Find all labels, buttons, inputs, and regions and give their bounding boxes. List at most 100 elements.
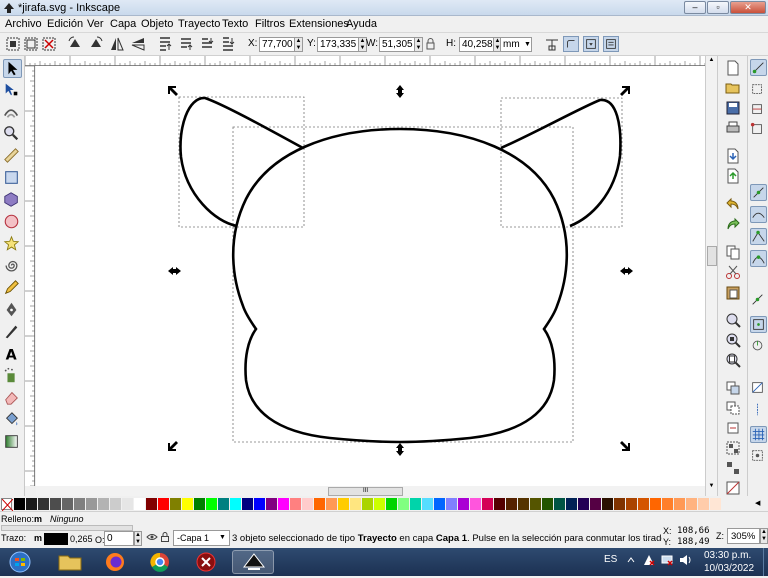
- save-icon[interactable]: [725, 100, 741, 116]
- snap-bbox-icon[interactable]: [750, 82, 767, 99]
- color-swatch[interactable]: [266, 498, 277, 510]
- color-swatch[interactable]: [314, 498, 325, 510]
- x-spinner[interactable]: ▲ ▼: [295, 37, 303, 52]
- stroke-width[interactable]: 0,265: [70, 534, 93, 544]
- w-input[interactable]: 51,305: [379, 37, 415, 52]
- fill-stroke-icon[interactable]: [725, 480, 741, 496]
- selector-tool[interactable]: [3, 59, 22, 78]
- tray-expand-icon[interactable]: [626, 555, 636, 565]
- color-swatch[interactable]: [398, 498, 409, 510]
- color-swatch[interactable]: [278, 498, 289, 510]
- color-swatch[interactable]: [194, 498, 205, 510]
- inkscape-taskbar-button[interactable]: [232, 550, 274, 574]
- ellipse-tool[interactable]: [3, 213, 22, 232]
- zoom-drawing-icon[interactable]: [725, 332, 741, 348]
- pencil-tool[interactable]: [3, 279, 22, 298]
- color-swatch[interactable]: [122, 498, 133, 510]
- color-swatch[interactable]: [38, 498, 49, 510]
- tweak-tool[interactable]: [3, 103, 22, 122]
- bucket-tool[interactable]: [3, 411, 22, 430]
- zoom-tool[interactable]: [3, 125, 22, 144]
- snap-cusp-icon[interactable]: [750, 228, 767, 245]
- close-button[interactable]: ✕: [730, 1, 766, 14]
- snap-smooth-icon[interactable]: [750, 250, 767, 267]
- snap-extra-icon[interactable]: [750, 448, 767, 465]
- copy-icon[interactable]: [725, 244, 741, 260]
- open-icon[interactable]: [725, 80, 741, 96]
- transform-patterns-icon[interactable]: [603, 36, 619, 52]
- color-swatch[interactable]: [206, 498, 217, 510]
- color-swatch[interactable]: [494, 498, 505, 510]
- rotate-cw-icon[interactable]: [88, 36, 104, 52]
- color-swatch[interactable]: [242, 498, 253, 510]
- horizontal-scroll-thumb[interactable]: III: [328, 487, 403, 496]
- snap-center-icon[interactable]: [750, 316, 767, 333]
- transform-gradients-icon[interactable]: [583, 36, 599, 52]
- color-swatch[interactable]: [146, 498, 157, 510]
- snap-guide-icon[interactable]: [750, 402, 767, 419]
- color-swatch[interactable]: [170, 498, 181, 510]
- lower-to-bottom-icon[interactable]: [220, 36, 236, 52]
- chrome-button[interactable]: [140, 550, 180, 574]
- color-swatch[interactable]: [158, 498, 169, 510]
- snap-path-icon[interactable]: [750, 206, 767, 223]
- raise-to-top-icon[interactable]: [157, 36, 173, 52]
- maximize-button[interactable]: ▫: [707, 1, 729, 14]
- flip-vertical-icon[interactable]: [130, 36, 146, 52]
- file-explorer-button[interactable]: [50, 550, 90, 574]
- scale-handle-top[interactable]: [396, 85, 404, 98]
- language-indicator[interactable]: ES: [604, 554, 617, 565]
- lock-icon[interactable]: [425, 36, 436, 52]
- scroll-down-icon[interactable]: ▼: [707, 483, 716, 492]
- scale-handle-bottom-right[interactable]: [620, 441, 630, 451]
- clock-time[interactable]: 03:30 p.m.: [704, 550, 751, 561]
- y-input[interactable]: 173,335: [317, 37, 359, 52]
- color-swatch[interactable]: [290, 498, 301, 510]
- layer-visibility-icon[interactable]: [146, 531, 158, 543]
- firefox-button[interactable]: [95, 550, 135, 574]
- export-icon[interactable]: [725, 168, 741, 184]
- select-all-icon[interactable]: [5, 36, 21, 52]
- color-swatch[interactable]: [602, 498, 613, 510]
- h-input[interactable]: 40,258: [459, 37, 494, 52]
- horizontal-scrollbar[interactable]: III: [36, 486, 705, 496]
- vertical-scrollbar[interactable]: ▲ ▼: [705, 56, 717, 496]
- color-swatch[interactable]: [566, 498, 577, 510]
- cut-icon[interactable]: [725, 264, 741, 280]
- color-swatch[interactable]: [578, 498, 589, 510]
- paste-icon[interactable]: [725, 284, 741, 300]
- star-tool[interactable]: [3, 235, 22, 254]
- snap-toggle-icon[interactable]: [750, 59, 767, 76]
- color-swatch[interactable]: [542, 498, 553, 510]
- color-swatch[interactable]: [638, 498, 649, 510]
- color-swatch[interactable]: [62, 498, 73, 510]
- color-swatch[interactable]: [446, 498, 457, 510]
- pen-tool[interactable]: [3, 301, 22, 320]
- head-path[interactable]: [231, 127, 569, 444]
- color-swatch[interactable]: [674, 498, 685, 510]
- menu-capa[interactable]: Capa: [110, 18, 136, 30]
- color-swatch[interactable]: [374, 498, 385, 510]
- scale-handle-left[interactable]: [168, 267, 181, 275]
- text-tool[interactable]: A: [3, 345, 22, 364]
- spray-tool[interactable]: [3, 367, 22, 386]
- scale-corners-icon[interactable]: [563, 36, 579, 52]
- menu-ayuda[interactable]: Ayuda: [346, 18, 377, 30]
- color-swatch[interactable]: [554, 498, 565, 510]
- drawing[interactable]: [36, 66, 705, 486]
- color-swatch[interactable]: [110, 498, 121, 510]
- color-swatch[interactable]: [458, 498, 469, 510]
- duplicate-icon[interactable]: [725, 380, 741, 396]
- zoom-input[interactable]: 305%: [727, 528, 760, 544]
- ungroup-icon[interactable]: [725, 460, 741, 476]
- clone-icon[interactable]: [725, 400, 741, 416]
- color-swatch[interactable]: [134, 498, 145, 510]
- color-swatch[interactable]: [434, 498, 445, 510]
- volume-icon[interactable]: [678, 553, 692, 567]
- color-swatch[interactable]: [14, 498, 25, 510]
- color-swatch[interactable]: [26, 498, 37, 510]
- selection-handles[interactable]: [168, 85, 633, 456]
- scale-handle-top-right[interactable]: [620, 86, 630, 96]
- color-swatch[interactable]: [254, 498, 265, 510]
- color-swatch[interactable]: [590, 498, 601, 510]
